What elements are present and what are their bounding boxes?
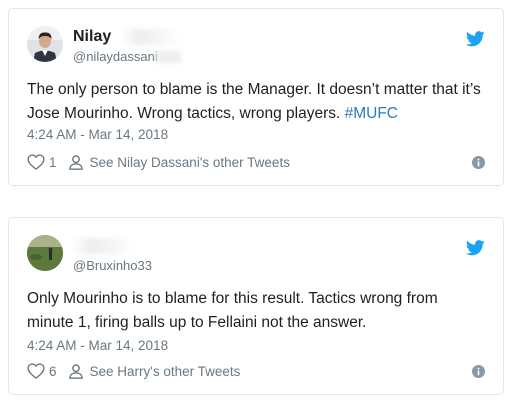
tweet-actions: 1 See Nilay Dassani's other Tweets bbox=[27, 154, 290, 170]
timestamp-link[interactable]: 4:24 AM - Mar 14, 2018 bbox=[27, 127, 168, 142]
user-handle[interactable]: @Bruxinho33 bbox=[73, 258, 152, 273]
tweet-card[interactable]: Nilay @nilaydassani The only person to b… bbox=[8, 8, 504, 186]
handle-text: @nilaydassani bbox=[73, 49, 158, 64]
info-icon[interactable] bbox=[472, 156, 485, 169]
info-icon[interactable] bbox=[472, 365, 485, 378]
person-icon bbox=[68, 363, 83, 379]
tweet-card[interactable]: @Bruxinho33 Only Mourinho is to blame fo… bbox=[8, 217, 504, 395]
redacted-handle-blur bbox=[155, 51, 181, 63]
twitter-bird-icon[interactable] bbox=[465, 31, 485, 47]
tweet-actions: 6 See Harry's other Tweets bbox=[27, 363, 240, 379]
tweet-body: The only person to blame is the Manager.… bbox=[27, 81, 481, 122]
user-handle[interactable]: @nilaydassani bbox=[73, 49, 158, 64]
tweet-body: Only Mourinho is to blame for this resul… bbox=[27, 290, 438, 331]
avatar[interactable] bbox=[27, 26, 63, 62]
display-name[interactable]: Nilay bbox=[73, 28, 111, 46]
avatar[interactable] bbox=[27, 235, 63, 271]
hashtag-link[interactable]: #MUFC bbox=[345, 105, 398, 122]
twitter-bird-icon[interactable] bbox=[465, 240, 485, 256]
heart-icon[interactable] bbox=[27, 154, 45, 170]
handle-text: @Bruxinho33 bbox=[73, 258, 152, 273]
redacted-name-blur bbox=[121, 29, 179, 45]
redacted-name-blur bbox=[73, 238, 133, 254]
person-icon bbox=[68, 154, 83, 170]
like-count: 1 bbox=[49, 154, 57, 170]
timestamp-link[interactable]: 4:24 AM - Mar 14, 2018 bbox=[27, 338, 168, 353]
heart-icon[interactable] bbox=[27, 363, 45, 379]
tweet-text: The only person to blame is the Manager.… bbox=[27, 78, 487, 126]
other-tweets-link[interactable]: See Nilay Dassani's other Tweets bbox=[90, 155, 290, 170]
tweet-text: Only Mourinho is to blame for this resul… bbox=[27, 287, 487, 335]
like-count: 6 bbox=[49, 363, 57, 379]
other-tweets-link[interactable]: See Harry's other Tweets bbox=[90, 364, 241, 379]
